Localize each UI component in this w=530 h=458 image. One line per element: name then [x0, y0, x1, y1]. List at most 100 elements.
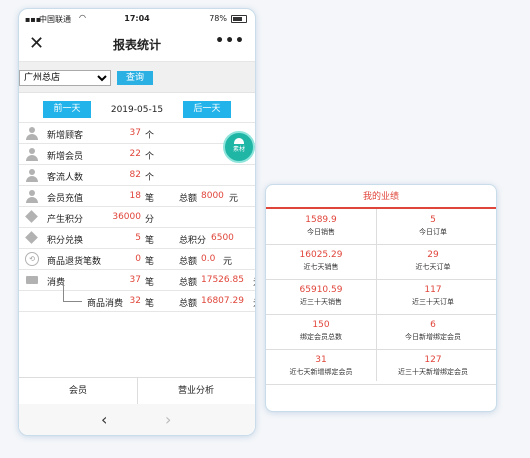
- stat-row: 新增顾客 37 个: [19, 122, 255, 143]
- stat-total-label: 总额: [179, 299, 198, 309]
- performance-cell: 29 近七天订单: [378, 244, 488, 278]
- stat-total-label: 总额: [179, 257, 198, 267]
- person-icon: [25, 189, 39, 203]
- stat-value: 32: [129, 296, 141, 306]
- stats-list: 新增顾客 37 个新增会员 22 个客流人数 82 个会员充值 18 笔总额 8000 元产生积分 3…: [19, 122, 255, 312]
- stat-total-value: 8000: [201, 191, 224, 201]
- store-select[interactable]: 广州总店: [19, 70, 111, 86]
- stat-label: 积分兑换: [47, 236, 84, 246]
- performance-value: 65910.59: [299, 285, 343, 295]
- stat-total-label: 总积分: [179, 236, 207, 246]
- stat-unit: 笔: [145, 194, 155, 204]
- performance-value: 29: [427, 250, 439, 260]
- graduation-cap-icon: [234, 138, 244, 144]
- date-bar: 前一天 2019-05-15 后一天: [19, 92, 255, 124]
- tab-business-analysis[interactable]: 营业分析: [137, 378, 255, 404]
- grid-divider: [266, 314, 496, 315]
- stat-total-label: 总额: [179, 194, 198, 204]
- performance-label: 今日订单: [419, 228, 447, 236]
- float-button-label: 素材: [232, 146, 245, 153]
- performance-value: 31: [315, 355, 327, 365]
- tab-member[interactable]: 会员: [19, 378, 138, 404]
- performance-value: 150: [312, 320, 330, 330]
- nav-bar: ✕ 报表统计 •••: [19, 29, 255, 62]
- stat-value: 37: [129, 275, 141, 285]
- performance-cell: 117 近三十天订单: [378, 279, 488, 313]
- performance-label: 今日销售: [307, 228, 335, 236]
- performance-cell: 1589.9 今日销售: [266, 209, 376, 243]
- phone-frame: ▪▪▪ 中国联通 ◠ 17:04 78% ✕ 报表统计 ••• 广州总店 查询 …: [18, 8, 256, 436]
- performance-panel: 我的业绩 1589.9 今日销售 5 今日订单 16025.29 近七天销售 29 近七天订单…: [265, 184, 497, 412]
- stat-value: 36000: [112, 212, 141, 222]
- browser-toolbar: ‹ ›: [19, 404, 255, 435]
- stat-value: 22: [129, 149, 141, 159]
- stat-label: 客流人数: [47, 173, 84, 183]
- stat-total-unit: 元: [223, 257, 233, 267]
- performance-cell: 5 今日订单: [378, 209, 488, 243]
- stat-unit: 笔: [145, 278, 155, 288]
- performance-label: 近三十天销售: [300, 298, 342, 306]
- performance-value: 16025.29: [299, 250, 343, 260]
- store-filter-bar: 广州总店 查询: [19, 62, 255, 93]
- next-day-button[interactable]: 后一天: [183, 101, 231, 118]
- performance-label: 今日新增绑定会员: [405, 333, 461, 341]
- stat-label: 新增顾客: [47, 131, 84, 141]
- performance-cell: 65910.59 近三十天销售: [266, 279, 376, 313]
- material-float-button[interactable]: 素材: [223, 131, 255, 163]
- stat-unit: 个: [145, 173, 155, 183]
- stat-row: 会员充值 18 笔 总额 8000 元: [19, 185, 255, 206]
- forward-arrow-icon[interactable]: ›: [165, 410, 171, 429]
- person-icon: [25, 168, 39, 182]
- cart-icon: ⟲: [25, 252, 39, 266]
- performance-cell: 6 今日新增绑定会员: [378, 314, 488, 348]
- stat-row: ⟲ 商品退货笔数 0 笔 总额 0.0 元: [19, 248, 255, 269]
- performance-label: 近七天销售: [303, 263, 339, 271]
- grid-divider: [376, 209, 377, 381]
- performance-title: 我的业绩: [266, 185, 496, 209]
- stat-unit: 笔: [145, 236, 155, 246]
- tree-connector: [63, 283, 82, 302]
- query-button[interactable]: 查询: [117, 71, 153, 85]
- performance-label: 近三十天新增绑定会员: [398, 368, 468, 376]
- performance-value: 6: [430, 320, 436, 330]
- grid-divider: [266, 244, 496, 245]
- performance-cell: 31 近七天新增绑定会员: [266, 349, 376, 383]
- stat-label: 商品退货笔数: [47, 257, 102, 267]
- stat-row: 产生积分 36000 分: [19, 206, 255, 227]
- status-bar: ▪▪▪ 中国联通 ◠ 17:04 78%: [19, 9, 255, 29]
- stat-total-value: 16807.29: [201, 296, 244, 306]
- performance-label: 绑定会员总数: [300, 333, 342, 341]
- performance-label: 近七天订单: [415, 263, 451, 271]
- more-icon[interactable]: •••: [215, 33, 245, 49]
- grid-divider: [266, 384, 496, 385]
- stat-row: 新增会员 22 个: [19, 143, 255, 164]
- stat-total-unit: 元: [253, 275, 255, 288]
- tab-bar: 会员 营业分析: [19, 377, 255, 405]
- stat-total-value: 17526.85: [201, 275, 244, 285]
- stat-unit: 个: [145, 152, 155, 162]
- performance-label: 近三十天订单: [412, 298, 454, 306]
- grid-divider: [266, 349, 496, 350]
- stat-value: 18: [129, 191, 141, 201]
- performance-value: 117: [424, 285, 442, 295]
- battery-icon: [231, 15, 247, 23]
- stat-value: 82: [129, 170, 141, 180]
- grid-divider: [266, 279, 496, 280]
- stat-label: 新增会员: [47, 152, 84, 162]
- stat-total-label: 总额: [179, 278, 198, 288]
- performance-value: 1589.9: [305, 215, 337, 225]
- stat-total-unit: 元: [253, 296, 255, 309]
- card-icon: [25, 273, 39, 287]
- stat-unit: 笔: [145, 257, 155, 267]
- performance-value: 127: [424, 355, 442, 365]
- battery-percent: 78%: [209, 14, 227, 23]
- back-arrow-icon[interactable]: ‹: [101, 410, 107, 429]
- performance-cell: 16025.29 近七天销售: [266, 244, 376, 278]
- stat-unit: 分: [145, 215, 155, 225]
- stat-total-value: 6500: [211, 233, 234, 243]
- stat-unit: 笔: [145, 299, 155, 309]
- person-icon: [25, 147, 39, 161]
- stat-total-unit: 元: [229, 194, 239, 204]
- stat-value: 0: [135, 254, 141, 264]
- stat-label: 产生积分: [47, 215, 84, 225]
